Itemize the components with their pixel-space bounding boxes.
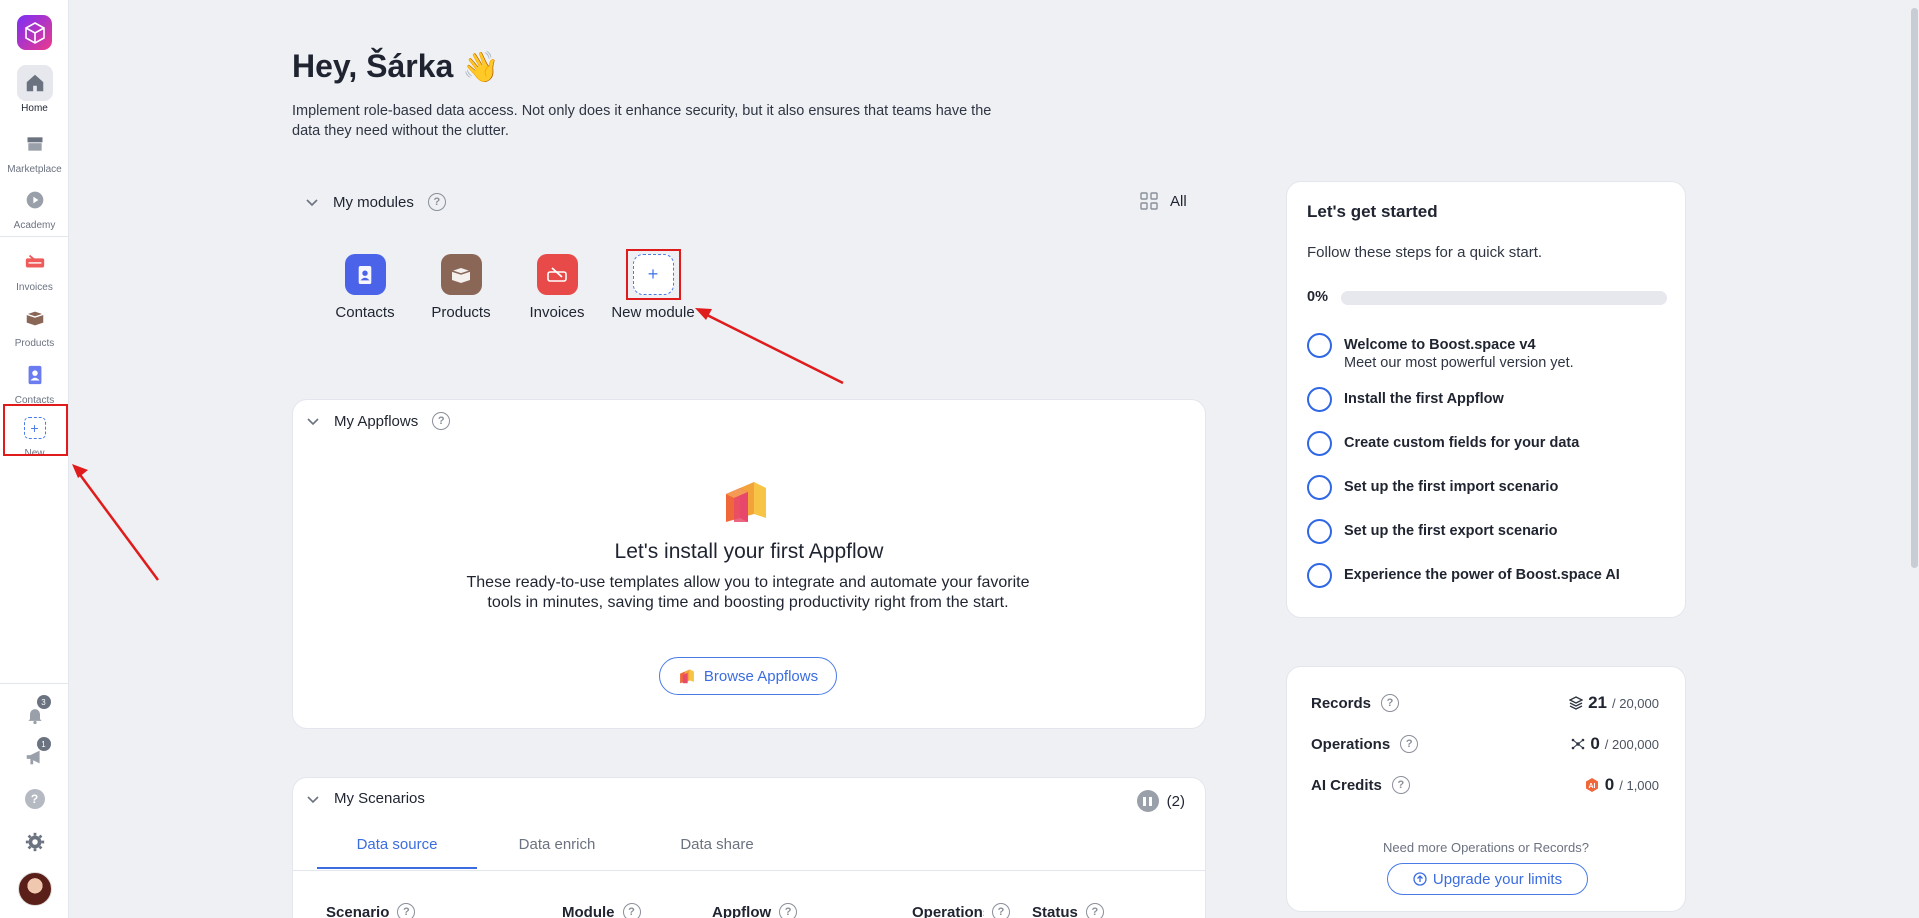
annotation-arrow-new-module [695, 308, 844, 385]
annotation-arrows [72, 308, 844, 581]
annotation-arrow-sidebar [72, 464, 160, 581]
page-scrollbar[interactable] [1910, 0, 1919, 918]
scrollbar-thumb[interactable] [1911, 8, 1918, 568]
